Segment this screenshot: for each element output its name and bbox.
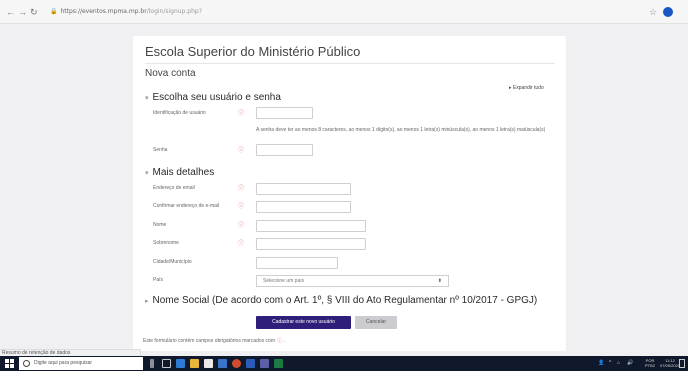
microphone-icon[interactable] (150, 359, 154, 368)
lock-icon: 🔒 (50, 8, 58, 15)
dropdown-arrows-icon: ⬍ (437, 278, 442, 284)
section-account-title: Escolha seu usuário e senha (152, 92, 281, 103)
windows-taskbar: Digite aqui para pesquisar 👤 ^ ⌂ 🔊 POR P… (0, 356, 688, 371)
clock-date: 07/05/2021 (660, 363, 681, 368)
password-input[interactable] (256, 144, 313, 156)
collapse-caret-icon: ▾ (145, 170, 149, 177)
address-bar[interactable]: 🔒 https://eventos.mpma.mp.br/login/signup… (50, 5, 202, 19)
email-confirm-label: Confirmar endereço de e-mail (153, 203, 220, 209)
required-icon: ⓘ (238, 111, 245, 117)
site-title: Escola Superior do Ministério Público (145, 44, 361, 59)
cancel-button[interactable]: Cancelar (355, 316, 397, 329)
profile-avatar-icon[interactable] (663, 7, 673, 17)
volume-icon[interactable]: 🔊 (627, 356, 633, 371)
chrome-icon[interactable] (232, 359, 241, 368)
country-select[interactable]: Selecione um país ⬍ (256, 275, 449, 287)
username-input[interactable] (256, 107, 313, 119)
word-icon[interactable] (246, 359, 255, 368)
signup-card: Escola Superior do Ministério Público No… (133, 36, 566, 351)
chevron-up-icon[interactable]: ^ (609, 356, 611, 371)
windows-start-icon[interactable] (5, 359, 14, 368)
required-note-text: Este formulário contém campos obrigatóri… (143, 338, 275, 344)
file-explorer-icon[interactable] (190, 359, 199, 368)
email-input[interactable] (256, 183, 351, 195)
section-account-header[interactable]: ▾ Escolha seu usuário e senha (145, 92, 281, 103)
required-icon: ⓘ (277, 338, 283, 344)
email-confirm-input[interactable] (256, 201, 351, 213)
section-social-header[interactable]: ▸ Nome Social (De acordo com o Art. 1º, §… (145, 295, 537, 306)
required-icon: ⓘ (238, 148, 245, 154)
password-label: Senha (153, 147, 168, 153)
page-heading: Nova conta (145, 68, 196, 79)
lastname-label: Sobrenome (153, 240, 179, 246)
submit-signup-button[interactable]: Cadastrar este novo usuário (256, 316, 351, 329)
collapse-caret-icon: ▾ (145, 95, 149, 102)
teams-icon[interactable] (260, 359, 269, 368)
url-path: /login/signup.php? (146, 8, 202, 15)
url-host: https://eventos.mpma.mp.br (60, 8, 147, 15)
country-selected-value: Selecione um país (263, 278, 305, 284)
username-label: Identificação de usuário (153, 110, 206, 116)
data-retention-link[interactable]: Resumo de retenção de dados (0, 349, 141, 356)
taskbar-search-placeholder: Digite aqui para pesquisar (34, 360, 93, 366)
bookmark-star-icon[interactable]: ☆ (649, 5, 657, 19)
lastname-input[interactable] (256, 238, 366, 250)
city-input[interactable] (256, 257, 338, 269)
required-icon: ⓘ (238, 241, 245, 247)
firstname-label: Nome (153, 222, 167, 228)
cortana-circle-icon (23, 360, 30, 367)
language-indicator[interactable]: POR PTB2 (645, 358, 655, 368)
forward-arrow-icon[interactable]: → (18, 5, 27, 19)
password-hint: A senha deve ter ao menos 8 caracteres, … (256, 127, 546, 133)
network-icon[interactable]: ⌂ (617, 356, 620, 371)
expand-caret-icon: ▸ (145, 298, 149, 305)
required-icon: ⓘ (238, 204, 245, 210)
city-label: Cidade/Município (153, 259, 192, 265)
firstname-input[interactable] (256, 220, 366, 232)
country-label: País (153, 277, 164, 283)
reload-icon[interactable]: ↻ (30, 5, 38, 19)
required-icon: ⓘ (238, 186, 245, 192)
edge-browser-icon[interactable] (176, 359, 185, 368)
expand-all-link[interactable]: ▸ Expandir tudo (509, 85, 544, 91)
section-details-title: Mais detalhes (152, 167, 215, 178)
mail-icon[interactable] (218, 359, 227, 368)
user-icon[interactable]: 👤 (598, 356, 604, 371)
required-icon: ⓘ (238, 223, 245, 229)
email-label: Endereço de email (153, 185, 195, 191)
keyboard-layout: PTB2 (645, 363, 656, 368)
section-social-title: Nome Social (De acordo com o Art. 1º, § … (152, 295, 538, 306)
browser-toolbar: ← → ↻ 🔒 https://eventos.mpma.mp.br/login/… (0, 0, 688, 24)
excel-icon[interactable] (274, 359, 283, 368)
required-note-end: . (283, 338, 286, 344)
task-view-icon[interactable] (162, 359, 171, 368)
divider (145, 63, 555, 64)
back-arrow-icon[interactable]: ← (6, 5, 15, 19)
clock[interactable]: 11:12 07/05/2021 (660, 358, 680, 368)
notifications-icon[interactable] (679, 359, 685, 368)
required-fields-note: Este formulário contém campos obrigatóri… (143, 337, 285, 344)
taskbar-search-input[interactable]: Digite aqui para pesquisar (19, 357, 143, 370)
section-details-header[interactable]: ▾ Mais detalhes (145, 167, 214, 178)
store-icon[interactable] (204, 359, 213, 368)
